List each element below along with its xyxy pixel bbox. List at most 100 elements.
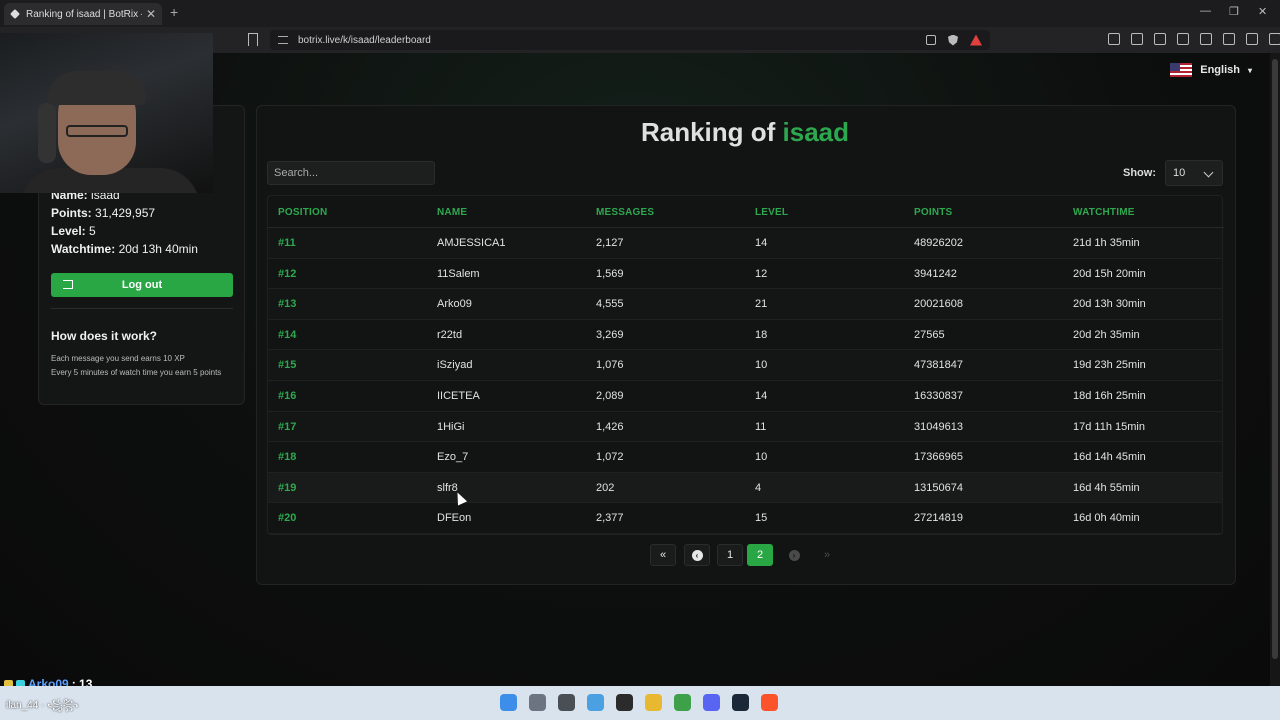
chevron-down-icon [1203, 167, 1214, 178]
extensions-icon[interactable] [1108, 33, 1120, 45]
cell-name: 11Salem [437, 267, 480, 280]
screenshot-icon[interactable] [1131, 33, 1143, 45]
folder-icon[interactable] [645, 694, 662, 711]
column-messages[interactable]: MESSAGES [596, 207, 654, 218]
language-label: English [1200, 64, 1240, 76]
cell-watchtime: 21d 1h 35min [1073, 237, 1140, 249]
chrome-icon[interactable] [674, 694, 691, 711]
table-row: #16 IICETEA 2,089 14 16330837 18d 16h 25min [268, 381, 1222, 412]
scroll-thumb[interactable] [1272, 59, 1278, 659]
cell-points: 3941242 [914, 267, 957, 280]
table-row: #12 11Salem 1,569 12 3941242 20d 15h 20min [268, 259, 1222, 290]
cell-watchtime: 20d 13h 30min [1073, 298, 1146, 311]
start-icon[interactable] [500, 694, 517, 711]
search-icon[interactable] [529, 694, 546, 711]
cell-position: #13 [278, 298, 297, 311]
cell-position: #12 [278, 267, 297, 280]
cell-level: 14 [755, 237, 768, 249]
restore-button[interactable]: ❐ [1229, 5, 1239, 18]
task-view-icon[interactable] [558, 694, 575, 711]
table-row: #13 Arko09 4,555 21 20021608 20d 13h 30min [268, 289, 1222, 320]
brave-rewards-icon[interactable] [970, 34, 982, 46]
minimize-button[interactable]: — [1200, 5, 1211, 17]
page-2-button[interactable]: 2 [747, 544, 773, 566]
next-page-button[interactable]: › [781, 544, 807, 566]
column-level[interactable]: LEVEL [755, 207, 788, 218]
bookmark-icon[interactable] [248, 33, 258, 46]
brave-icon[interactable] [761, 694, 778, 711]
close-window-button[interactable]: ✕ [1258, 5, 1267, 18]
app-icon[interactable] [616, 694, 633, 711]
brave-shield-icon[interactable] [948, 34, 958, 46]
cell-points: 27214819 [914, 512, 963, 525]
last-page-button[interactable]: » [814, 544, 840, 566]
new-tab-button[interactable]: + [170, 4, 178, 20]
cell-watchtime: 19d 23h 25min [1073, 359, 1146, 372]
cell-watchtime: 20d 2h 35min [1073, 328, 1140, 341]
column-name[interactable]: NAME [437, 207, 467, 218]
cell-messages: 1,569 [596, 267, 624, 280]
table-row: #15 iSziyad 1,076 10 47381847 19d 23h 25min [268, 350, 1222, 381]
cell-position: #14 [278, 328, 297, 341]
browser-tab[interactable]: Ranking of isaad | BotRix — Clo ✕ [4, 3, 162, 25]
logout-icon [63, 280, 73, 289]
steam-icon[interactable] [732, 694, 749, 711]
cell-level: 21 [755, 298, 768, 311]
how-line-1: Each message you send earns 10 XP [51, 354, 185, 363]
cell-level: 10 [755, 359, 768, 372]
cell-messages: 3,269 [596, 328, 624, 341]
cell-name: Arko09 [437, 298, 472, 311]
cell-level: 15 [755, 512, 768, 525]
share-icon[interactable] [926, 35, 936, 45]
store-icon[interactable] [587, 694, 604, 711]
site-settings-icon[interactable] [278, 36, 288, 44]
vpn-icon[interactable] [1246, 33, 1258, 45]
cell-messages: 2,127 [596, 237, 624, 249]
cell-level: 11 [755, 420, 767, 433]
cell-points: 47381847 [914, 359, 963, 372]
cell-watchtime: 18d 16h 25min [1073, 390, 1146, 402]
extension-toolbar [1108, 33, 1280, 45]
cell-messages: 2,089 [596, 390, 624, 402]
chevron-right-icon: › [788, 549, 800, 561]
cell-name: 1HiGi [437, 420, 465, 433]
sidebar-icon[interactable] [1177, 33, 1189, 45]
cell-watchtime: 20d 15h 20min [1073, 267, 1146, 280]
table-row: #17 1HiGi 1,426 11 31049613 17d 11h 15min [268, 411, 1222, 443]
media-icon[interactable] [1154, 33, 1166, 45]
cell-name: DFEon [437, 512, 472, 525]
cell-watchtime: 17d 11h 15min [1073, 420, 1145, 433]
first-page-button[interactable]: « [650, 544, 676, 566]
wallet-icon[interactable] [1200, 33, 1212, 45]
cell-messages: 1,076 [596, 359, 624, 372]
cell-name: slfr8 [437, 481, 458, 494]
table-row: #11 AMJESSICA1 2,127 14 48926202 21d 1h 35min [268, 228, 1222, 259]
cell-points: 17366965 [914, 451, 963, 464]
search-input[interactable] [267, 161, 435, 185]
menu-icon[interactable] [1269, 33, 1280, 45]
logout-button[interactable]: Log out [51, 273, 233, 297]
leo-ai-icon[interactable] [1223, 33, 1235, 45]
profile-points: Points: 31,429,957 [51, 206, 156, 220]
page-size-select[interactable]: 10 [1165, 160, 1223, 186]
cell-level: 10 [755, 451, 768, 464]
prev-page-button[interactable]: ‹ [684, 544, 710, 566]
cell-points: 27565 [914, 328, 945, 341]
cell-level: 4 [755, 481, 762, 494]
webcam-overlay [0, 33, 213, 193]
tab-close-icon[interactable]: ✕ [146, 7, 156, 21]
cell-messages: 2,377 [596, 512, 624, 525]
language-selector[interactable]: English ▾ [1170, 63, 1252, 77]
cell-level: 12 [755, 267, 768, 280]
page-1-button[interactable]: 1 [717, 544, 743, 566]
column-points[interactable]: POINTS [914, 207, 952, 218]
cell-name: iSziyad [437, 359, 473, 372]
discord-icon[interactable] [703, 694, 720, 711]
column-position[interactable]: POSITION [278, 207, 327, 218]
cell-messages: 1,426 [596, 420, 624, 433]
leaderboard-table: POSITION NAME MESSAGES LEVEL POINTS WATC… [267, 195, 1224, 535]
column-watchtime[interactable]: WATCHTIME [1073, 207, 1135, 218]
cell-watchtime: 16d 4h 55min [1073, 481, 1140, 494]
cell-name: r22td [437, 328, 463, 341]
url-field[interactable]: botrix.live/k/isaad/leaderboard [270, 30, 990, 50]
